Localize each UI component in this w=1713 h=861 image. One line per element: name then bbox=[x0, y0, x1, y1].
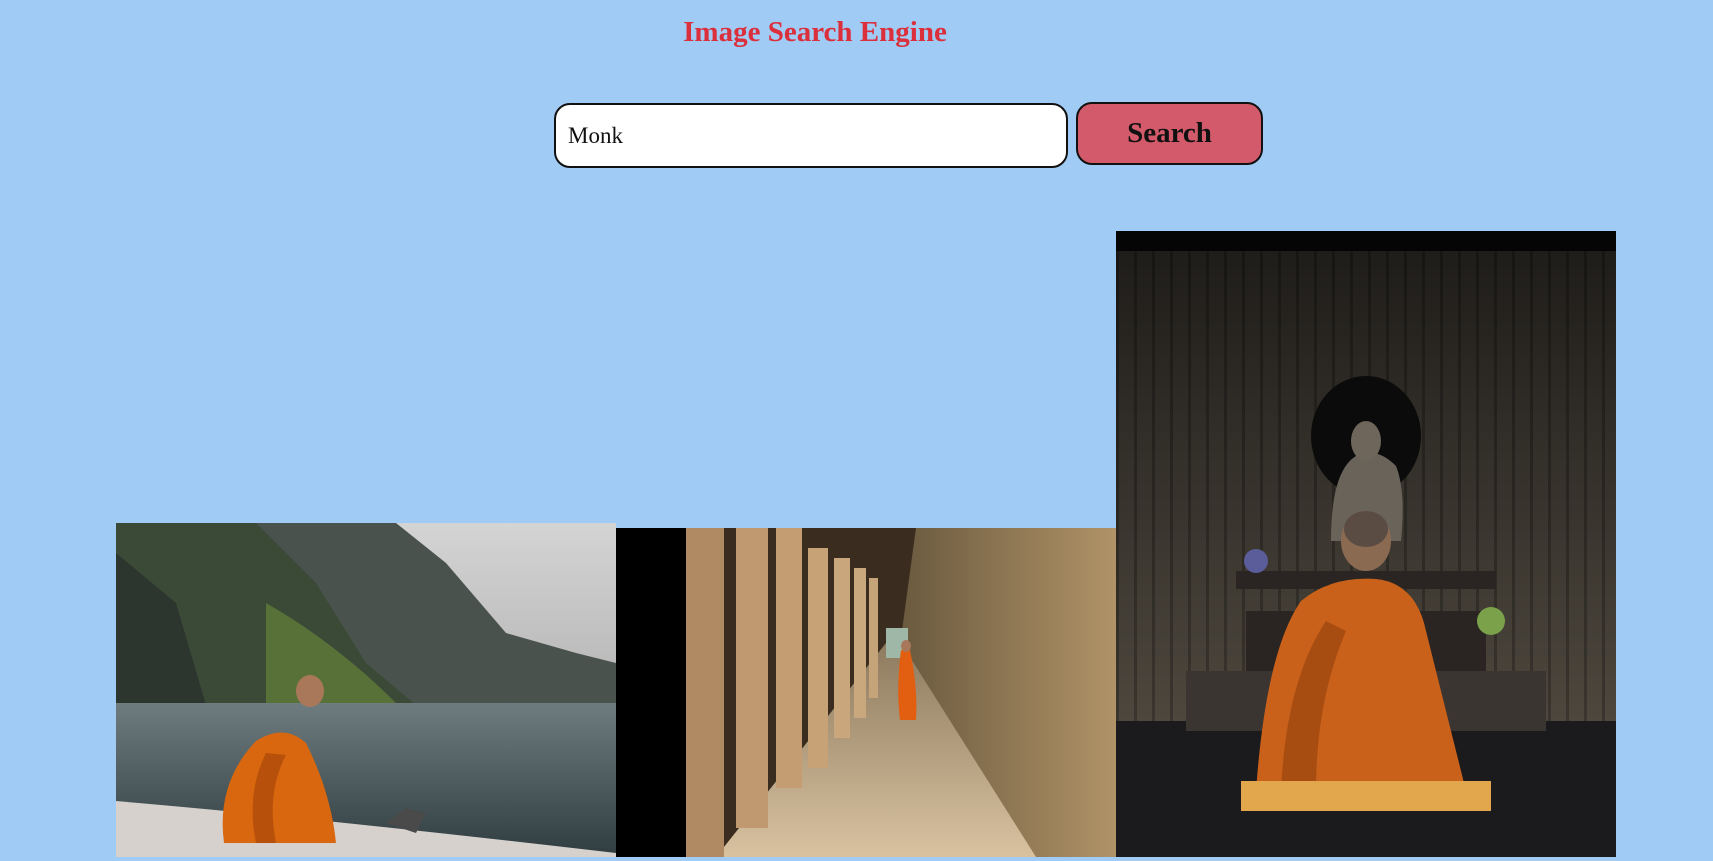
result-image-3[interactable] bbox=[1116, 231, 1616, 857]
results-grid bbox=[0, 0, 1713, 861]
result-image-2[interactable] bbox=[616, 528, 1116, 857]
monk-by-lake-image bbox=[116, 523, 616, 857]
monk-before-buddha-statue-image bbox=[1116, 231, 1616, 857]
monk-in-temple-corridor-image bbox=[616, 528, 1116, 857]
result-image-1[interactable] bbox=[116, 523, 616, 857]
